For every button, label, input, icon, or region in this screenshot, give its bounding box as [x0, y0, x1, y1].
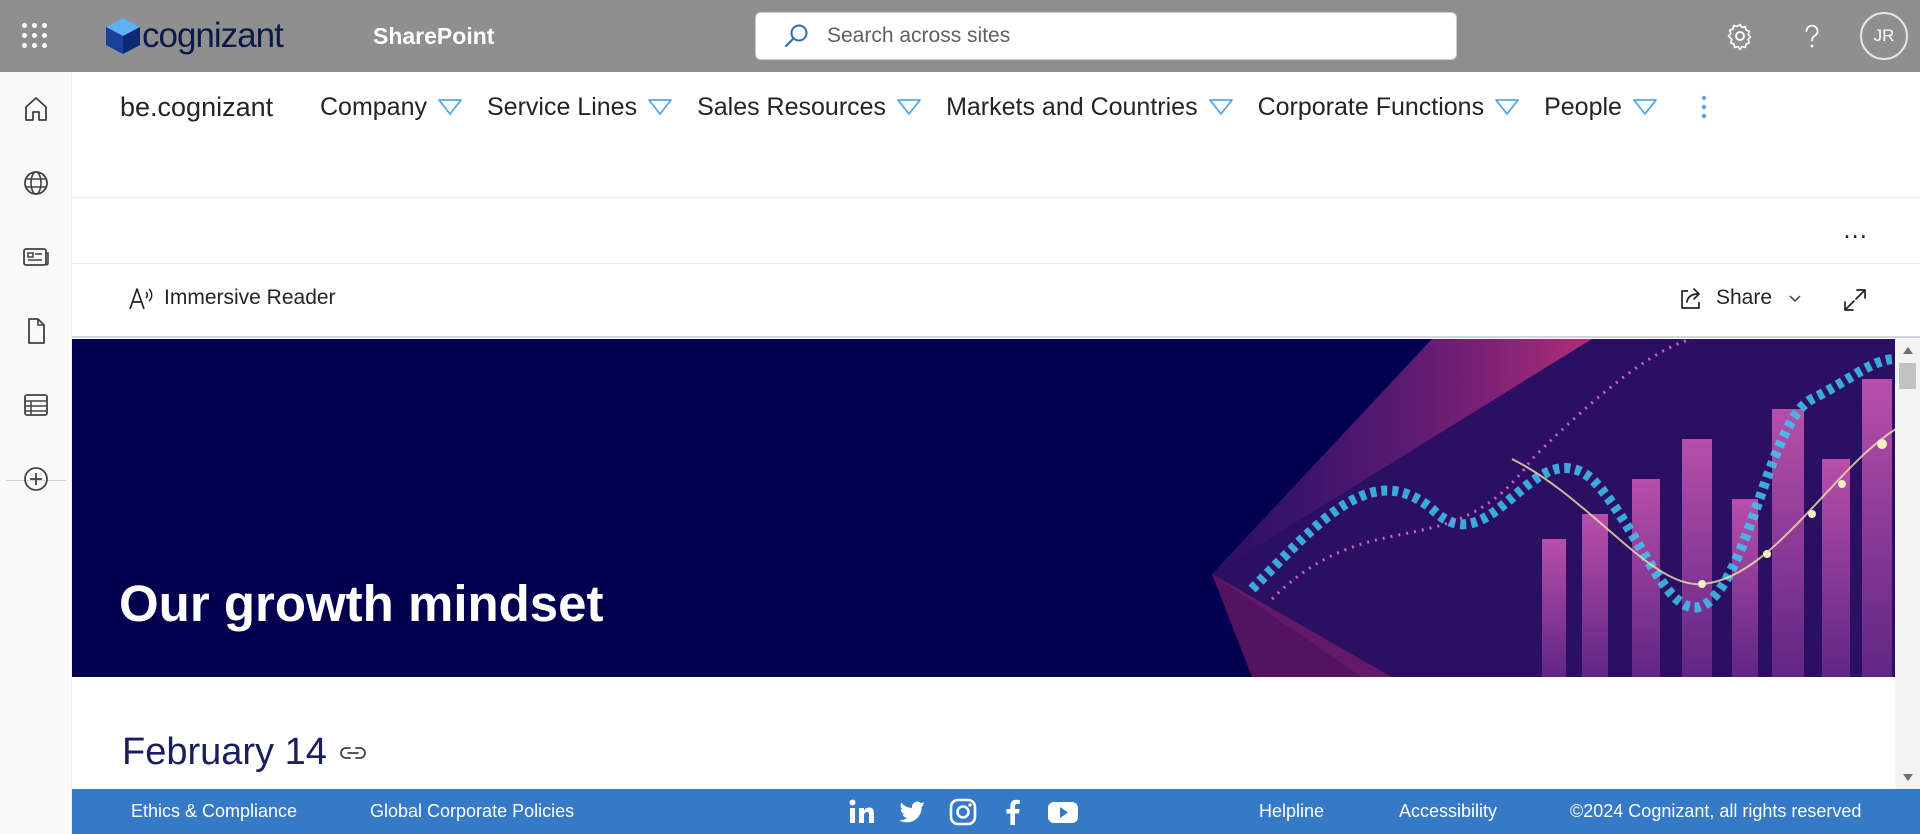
hero-title: Our growth mindset — [119, 575, 604, 632]
immersive-reader-icon — [129, 288, 153, 310]
share-button[interactable]: Share — [1678, 285, 1802, 311]
immersive-reader-label: Immersive Reader — [164, 286, 336, 309]
hub-navigation: Company Service Lines Sales Resources Ma… — [320, 92, 1710, 122]
list-icon[interactable] — [21, 390, 51, 420]
nav-item-label: Service Lines — [487, 92, 638, 121]
footer-link-helpline[interactable]: Helpline — [1259, 801, 1324, 822]
chevron-down-icon — [438, 99, 462, 115]
left-app-bar — [0, 72, 72, 834]
more-options-icon[interactable]: ... — [1843, 214, 1868, 245]
more-vertical-icon[interactable] — [1698, 92, 1710, 122]
section-heading: February 14 — [122, 731, 367, 774]
scroll-down-arrow[interactable] — [1903, 774, 1913, 781]
home-icon[interactable] — [21, 94, 51, 124]
app-name[interactable]: SharePoint — [373, 23, 494, 50]
facebook-icon[interactable] — [998, 797, 1028, 827]
brand-name: cognizant — [142, 16, 284, 55]
footer-link-accessibility[interactable]: Accessibility — [1399, 801, 1497, 822]
twitter-icon[interactable] — [897, 797, 927, 827]
share-label: Share — [1716, 286, 1773, 309]
instagram-icon[interactable] — [948, 797, 978, 827]
scrollbar-thumb[interactable] — [1899, 363, 1916, 389]
site-header: be.cognizant Company Service Lines Sales… — [72, 72, 1920, 198]
site-footer: Ethics & Compliance Global Corporate Pol… — [72, 789, 1920, 834]
section-title: February 14 — [122, 731, 327, 773]
add-circle-icon[interactable] — [21, 464, 51, 494]
nav-item-sales-resources[interactable]: Sales Resources — [697, 93, 922, 122]
search-input[interactable] — [827, 24, 1387, 48]
scroll-up-arrow[interactable] — [1903, 347, 1913, 354]
page-content: Our growth mindset February 14 — [72, 339, 1896, 789]
nav-item-label: Sales Resources — [697, 92, 887, 121]
avatar[interactable]: JR — [1860, 12, 1908, 60]
linkedin-icon[interactable] — [847, 797, 877, 827]
chevron-down-icon — [897, 99, 921, 115]
nav-item-service-lines[interactable]: Service Lines — [487, 93, 673, 122]
app-launcher-icon[interactable] — [22, 23, 48, 49]
nav-item-corporate-functions[interactable]: Corporate Functions — [1258, 93, 1521, 122]
nav-item-label: Markets and Countries — [946, 92, 1198, 121]
footer-copyright: ©2024 Cognizant, all rights reserved — [1570, 801, 1862, 821]
nav-item-label: Corporate Functions — [1257, 92, 1485, 121]
nav-item-people[interactable]: People — [1544, 93, 1658, 122]
brand-logo[interactable]: cognizant — [100, 14, 284, 58]
nav-item-markets-and-countries[interactable]: Markets and Countries — [946, 93, 1234, 122]
page-command-bar: ... — [72, 198, 1920, 264]
hero-banner: Our growth mindset — [72, 339, 1896, 677]
chevron-down-icon — [1789, 295, 1801, 303]
immersive-reader-button[interactable]: Immersive Reader — [128, 285, 336, 311]
help-icon[interactable] — [1798, 22, 1826, 50]
chevron-down-icon — [648, 99, 672, 115]
search-box[interactable] — [755, 12, 1457, 60]
page-toolbar: Immersive Reader Share — [72, 265, 1920, 338]
document-icon[interactable] — [21, 316, 51, 346]
chevron-down-icon — [1495, 99, 1519, 115]
nav-item-label: People — [1544, 92, 1622, 121]
chevron-down-icon — [1633, 99, 1657, 115]
search-icon — [784, 24, 808, 48]
share-icon — [1681, 288, 1700, 309]
expand-icon[interactable] — [1842, 287, 1868, 313]
gear-icon[interactable] — [1726, 22, 1754, 50]
news-icon[interactable] — [21, 242, 51, 272]
youtube-icon[interactable] — [1046, 797, 1080, 827]
link-icon[interactable] — [339, 742, 367, 764]
globe-icon[interactable] — [21, 168, 51, 198]
site-title[interactable]: be.cognizant — [120, 92, 273, 123]
vertical-scrollbar[interactable] — [1895, 339, 1920, 789]
cognizant-logo-icon — [106, 18, 140, 54]
suite-bar: cognizant SharePoint JR — [0, 0, 1920, 72]
nav-item-company[interactable]: Company — [320, 93, 463, 122]
nav-item-label: Company — [320, 92, 427, 121]
footer-link-ethics[interactable]: Ethics & Compliance — [131, 801, 297, 822]
chevron-down-icon — [1208, 99, 1233, 115]
footer-link-policies[interactable]: Global Corporate Policies — [370, 801, 574, 822]
